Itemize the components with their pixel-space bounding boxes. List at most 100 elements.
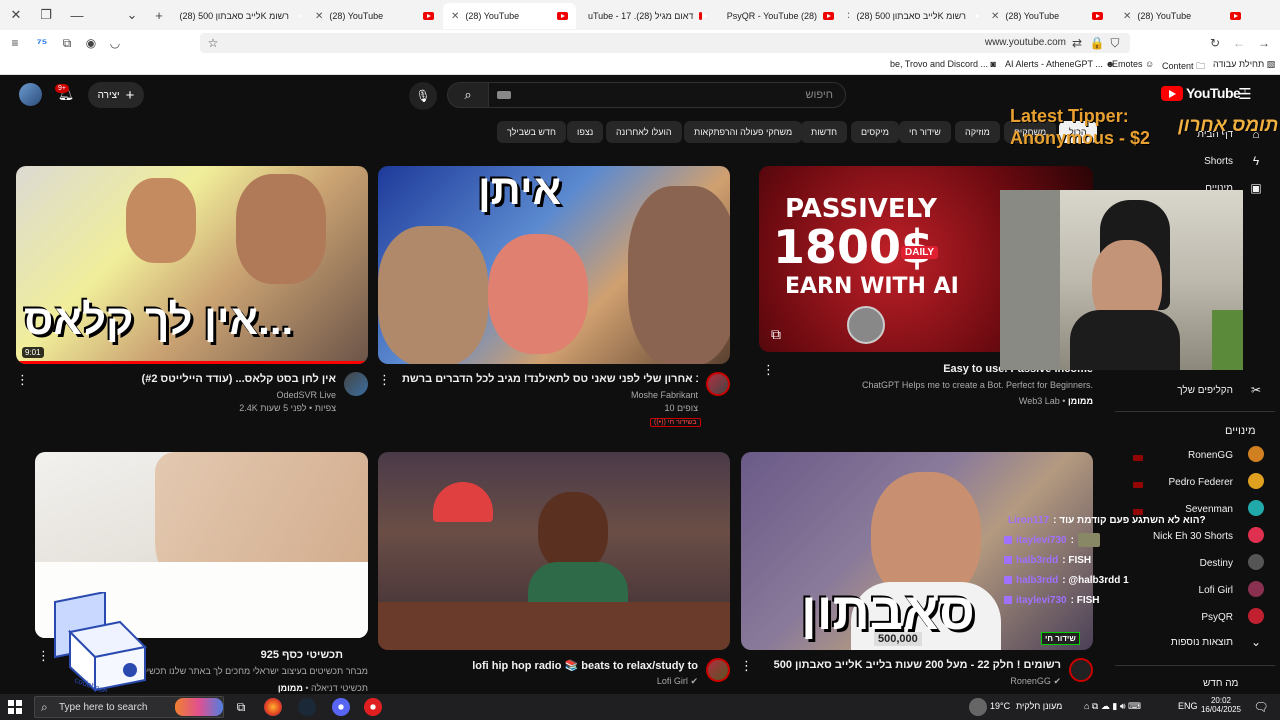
channel-avatar[interactable] — [344, 372, 368, 396]
channel-avatar-live[interactable] — [706, 372, 730, 396]
steam-icon[interactable] — [298, 698, 316, 716]
bookmark-link[interactable]: be, Trovo and Discord ... ◙ — [890, 59, 996, 69]
browser-tab[interactable]: PsyQR - YouTube (28) — [712, 3, 842, 29]
extension-icon[interactable]: ⁷⁵ — [33, 34, 51, 52]
video-thumbnail[interactable]: איתן — [378, 166, 730, 364]
sidebar-item-shorts[interactable]: Shorts ϟ — [1115, 148, 1265, 174]
account-icon[interactable]: ◉ — [82, 34, 100, 52]
video-viewers: 10 צופים — [664, 403, 698, 413]
more-options-icon[interactable]: ⋮ — [762, 362, 775, 378]
video-thumbnail[interactable]: אין לך קלאס... 9:01 — [16, 166, 368, 364]
keyboard-icon[interactable] — [497, 91, 511, 99]
browser-tab[interactable]: ✕ (28) YouTube — [1115, 3, 1249, 29]
bookmark-link[interactable]: תחילת עבודה ▧ — [1213, 59, 1275, 70]
search-button[interactable]: ⌕ — [447, 82, 489, 108]
chip-news[interactable]: חדשות — [801, 121, 848, 143]
sidebar-item-your-clips[interactable]: הקליפים שלך ✂ — [1115, 377, 1265, 403]
ad-sponsor[interactable]: Web3 Lab • ממומן — [780, 396, 1093, 406]
channel-name[interactable]: Moshe Fabrikant — [402, 390, 698, 400]
more-options-icon[interactable]: ⋮ — [378, 372, 391, 388]
language-indicator[interactable]: ENG — [1178, 701, 1198, 711]
shield-icon[interactable]: ⛉ — [1106, 34, 1124, 52]
back-arrow-icon[interactable]: → — [1255, 34, 1273, 52]
bookmark-link[interactable]: AI Alerts - AtheneGPT ... ☻ — [1005, 59, 1115, 69]
restore-window-icon[interactable]: ❐ — [35, 4, 57, 26]
firefox-icon[interactable] — [264, 698, 282, 716]
more-options-icon[interactable]: ⋮ — [16, 372, 29, 388]
tab-close-icon[interactable]: ✕ — [991, 11, 999, 22]
video-thumbnail[interactable] — [378, 452, 730, 650]
hamburger-menu-icon[interactable]: ☰ — [1236, 85, 1254, 103]
tab-close-icon[interactable]: ✕ — [315, 11, 323, 22]
discord-icon[interactable] — [332, 698, 350, 716]
chip-recently-uploaded[interactable]: הועלו לאחרונה — [606, 121, 682, 143]
show-more-button[interactable]: תוצאות נוספות ⌄ — [1115, 629, 1265, 655]
chat-badge-icon — [1004, 556, 1012, 564]
chip-label: משחקי פעולה והרפתקאות — [694, 127, 793, 137]
extensions-puzzle-icon[interactable]: ⧉ — [58, 34, 76, 52]
video-title[interactable]: אין לחן בסט קלאס... (עודד היילייטס #2) — [40, 373, 336, 385]
chip-action-games[interactable]: משחקי פעולה והרפתקאות — [684, 121, 803, 143]
sub-channel-name: Pedro Federer — [1168, 476, 1233, 488]
user-avatar[interactable] — [19, 83, 42, 106]
browser-tab[interactable]: uTube - 17 .דאום מגיל (28) — [580, 3, 710, 29]
browser-tab-active[interactable]: ✕ (28) YouTube — [443, 3, 576, 29]
permissions-icon[interactable]: ⇄ — [1068, 34, 1086, 52]
chip-mixes[interactable]: מיקסים — [851, 121, 899, 143]
create-label: יצירה — [97, 89, 120, 101]
voice-search-mic-icon[interactable]: 🎙︎ — [409, 82, 437, 110]
chip-music[interactable]: מוזיקה — [955, 121, 1000, 143]
tab-title: (28) לייב סאבתון 500K רשומ — [856, 11, 966, 21]
channel-name[interactable]: OdedSVR Live — [40, 390, 336, 400]
obs-icon[interactable] — [364, 698, 382, 716]
windows-start-icon[interactable] — [8, 700, 22, 714]
create-button[interactable]: יצירה + — [88, 82, 144, 108]
video-title[interactable]: lofi hip hop radio 📚 beats to relax/stud… — [402, 659, 698, 672]
browser-tab[interactable]: ✕ (28) YouTube — [307, 3, 442, 29]
chip-live[interactable]: שידור חי — [899, 121, 951, 143]
address-bar[interactable]: ☆ www.youtube.com ⇄ 🔒 ⛉ — [200, 33, 1130, 53]
system-tray-icons[interactable]: ⌂ ⧉ ☁ ▮ 🔊︎ ⌨ — [1084, 701, 1141, 712]
weather-icon[interactable] — [969, 698, 987, 716]
latest-tipper-overlay: Latest Tipper: Anonymous - $2 — [1010, 105, 1150, 149]
channel-name[interactable]: RonenGG ✔ — [765, 676, 1061, 687]
close-window-icon[interactable]: ✕ — [5, 4, 27, 26]
browser-tab[interactable]: ✕ (28) YouTube — [983, 3, 1111, 29]
subscriptions-header: מינויים — [1225, 425, 1256, 437]
lock-icon[interactable]: 🔒 — [1088, 34, 1106, 52]
more-options-icon[interactable]: ⋮ — [740, 658, 753, 674]
taskbar-search-box[interactable]: ⌕ Type here to search — [34, 696, 224, 718]
youtube-logo[interactable]: YouTube IL — [1161, 85, 1248, 101]
new-tab-plus-icon[interactable]: + — [148, 4, 170, 26]
reload-icon[interactable]: ↻ — [1206, 34, 1224, 52]
tab-close-icon[interactable]: ✕ — [1123, 11, 1131, 22]
open-external-icon[interactable]: ⧉ — [771, 326, 781, 343]
bookmark-link[interactable]: Emotes ☺ — [1112, 59, 1154, 69]
chip-watched[interactable]: נצפו — [567, 121, 604, 143]
tab-close-icon[interactable]: ✕ — [848, 11, 851, 22]
video-title[interactable]: לייב סאבתון 500K רשומים ! חלק 22 - מעל 2… — [765, 659, 1061, 671]
bookmark-star-icon[interactable]: ☆ — [204, 34, 222, 52]
app-menu-icon[interactable]: ≡ — [6, 34, 24, 52]
youtube-favicon-icon — [699, 12, 707, 20]
channel-name-text: Lofi Girl — [656, 676, 688, 686]
channel-name[interactable]: Lofi Girl ✔ — [402, 676, 698, 687]
channel-avatar-live[interactable] — [706, 658, 730, 682]
chevron-down-icon[interactable]: ⌄ — [121, 4, 143, 26]
more-options-icon[interactable]: ⋮ — [37, 648, 50, 664]
minimize-window-icon[interactable]: — — [66, 4, 88, 26]
forward-arrow-icon[interactable]: ← — [1230, 34, 1248, 52]
tab-close-icon[interactable]: ✕ — [451, 11, 459, 22]
pocket-icon[interactable]: ◡ — [106, 34, 124, 52]
notification-center-icon[interactable]: 🗨︎ — [1252, 698, 1270, 716]
channel-avatar-live[interactable] — [1069, 658, 1093, 682]
browser-tab[interactable]: ✕ (28) לייב סאבתון 500K רשומ — [848, 3, 980, 29]
sidebar-item-label: Shorts — [1204, 155, 1233, 167]
search-input[interactable] — [489, 83, 845, 107]
clock[interactable]: 20:02 16/04/2025 — [1200, 696, 1242, 714]
task-view-icon[interactable]: ⧉ — [232, 698, 250, 716]
browser-tab[interactable]: ✕ (28) לייב סאבתון 500K רשומ — [175, 3, 303, 29]
video-title[interactable]: לייב אחרון שלי לפני שאני טס לתאילנד! מגי… — [402, 373, 698, 385]
chip-new-for-you[interactable]: חדש בשבילך — [497, 121, 566, 143]
bookmark-folder[interactable]: Content 🗀 — [1162, 59, 1205, 75]
